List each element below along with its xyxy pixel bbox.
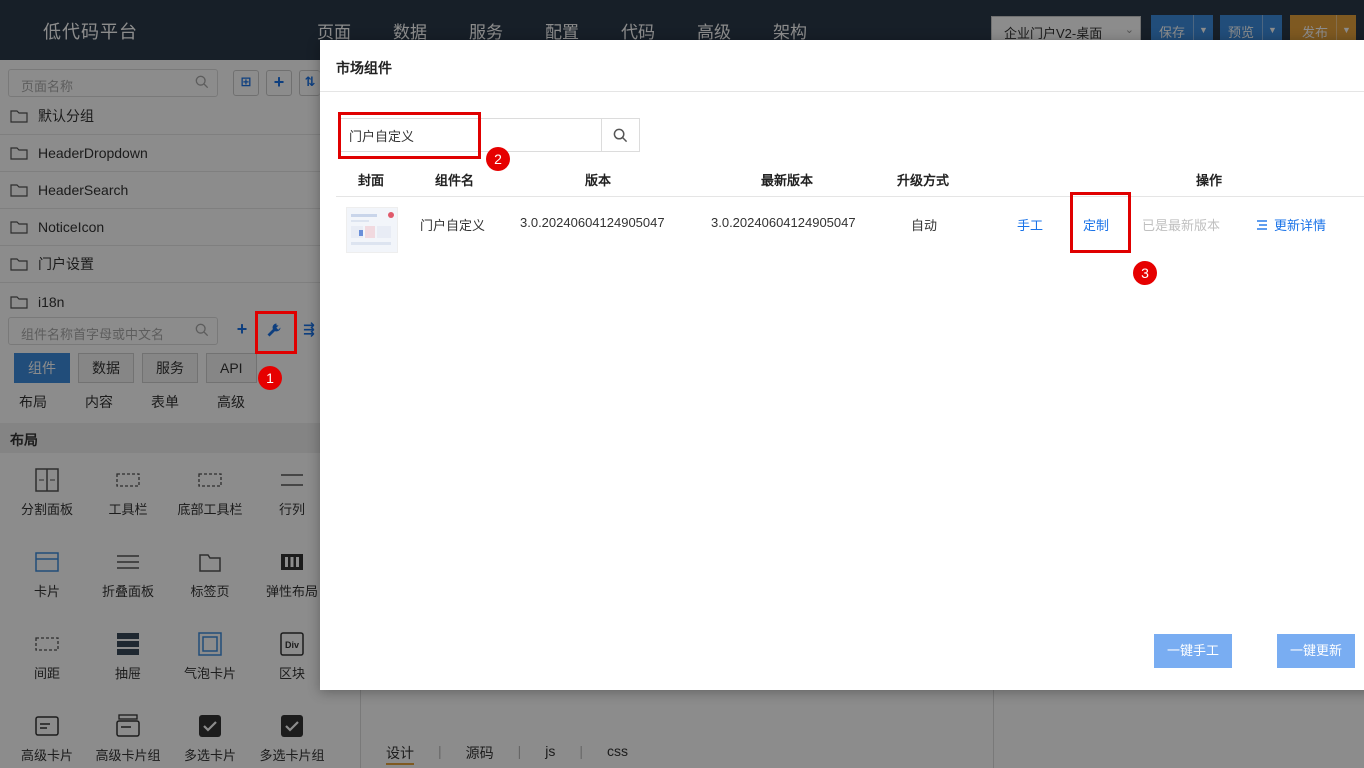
- column-header-version: 版本: [585, 173, 612, 188]
- table-row: 门户自定义 3.0.20240604124905047 3.0.20240604…: [336, 197, 1364, 257]
- column-header-upgrade-mode: 升级方式: [897, 173, 950, 188]
- search-icon: [613, 128, 628, 142]
- highlight-box-customize: [1070, 192, 1131, 253]
- dialog-title: 市场组件: [336, 60, 392, 76]
- component-upgrade-mode: 自动: [911, 218, 938, 233]
- update-details-label: 更新详情: [1274, 218, 1327, 233]
- highlight-box-search: [338, 112, 481, 159]
- manual-link[interactable]: 手工: [1017, 215, 1043, 234]
- step-badge: 3: [1133, 261, 1157, 285]
- step-badge: 1: [258, 366, 282, 390]
- market-search-button[interactable]: [601, 119, 639, 151]
- column-header-actions: 操作: [1196, 173, 1223, 188]
- column-header-latest-version: 最新版本: [761, 173, 814, 188]
- update-all-button[interactable]: 一键更新: [1277, 634, 1356, 668]
- latest-version-status: 已是最新版本: [1142, 218, 1221, 233]
- component-latest-version: 3.0.20240604124905047: [711, 215, 856, 230]
- component-name: 门户自定义: [420, 218, 486, 233]
- divider: [320, 91, 1364, 92]
- list-icon: [1257, 220, 1267, 230]
- component-cover-thumbnail: [346, 207, 398, 253]
- column-header-cover: 封面: [358, 173, 385, 188]
- highlight-box-wrench: [255, 311, 297, 354]
- component-version: 3.0.20240604124905047: [520, 215, 665, 230]
- step-badge: 2: [486, 147, 510, 171]
- update-details-link[interactable]: 更新详情: [1256, 215, 1326, 234]
- cover-image-icon: [351, 212, 394, 245]
- manual-all-button[interactable]: 一键手工: [1154, 634, 1233, 668]
- column-header-name: 组件名: [435, 173, 475, 188]
